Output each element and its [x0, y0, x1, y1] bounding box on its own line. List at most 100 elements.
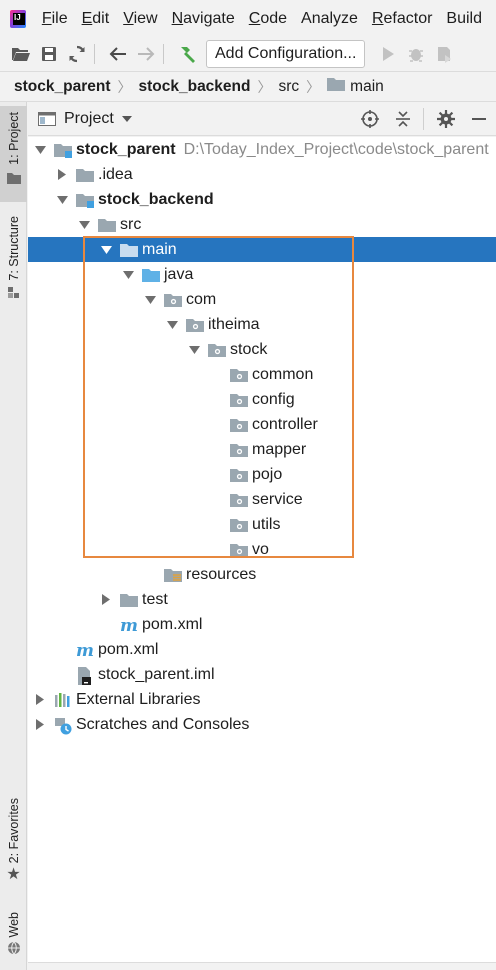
tree-node-label: test	[142, 590, 168, 608]
package-icon	[230, 392, 248, 408]
tree-node-label: .idea	[98, 165, 133, 183]
project-tool-tab[interactable]: 1: Project	[0, 106, 27, 202]
tree-node-stock-parent-iml[interactable]: stock_parent.iml	[28, 662, 496, 687]
menu-edit[interactable]: Edit	[82, 10, 110, 28]
tree-node-stock-backend[interactable]: stock_backend	[28, 187, 496, 212]
tree-node-stock-parent[interactable]: stock_parent D:\Today_Index_Project\code\…	[28, 137, 496, 162]
open-folder-icon[interactable]	[10, 43, 32, 65]
menu-analyze[interactable]: Analyze	[301, 10, 358, 28]
favorites-tool-tab[interactable]: 2: Favorites ★	[0, 796, 27, 892]
expand-arrow-icon[interactable]	[78, 219, 90, 231]
tree-node-vo[interactable]: vo	[28, 537, 496, 562]
tree-node-label: service	[252, 490, 303, 508]
save-icon[interactable]	[38, 43, 60, 65]
tree-node-stock[interactable]: stock	[28, 337, 496, 362]
star-icon: ★	[6, 866, 21, 884]
project-tree: stock_parent D:\Today_Index_Project\code\…	[28, 137, 496, 970]
expand-arrow-icon[interactable]	[122, 269, 134, 281]
locate-crosshair-icon[interactable]	[359, 108, 381, 130]
forward-arrow-icon[interactable]	[135, 43, 157, 65]
tree-node-config[interactable]: config	[28, 387, 496, 412]
tree-node-com[interactable]: com	[28, 287, 496, 312]
expand-arrow-icon[interactable]	[100, 244, 112, 256]
tree-node-pojo[interactable]: pojo	[28, 462, 496, 487]
collapse-all-icon[interactable]	[392, 108, 414, 130]
tree-node-label: pojo	[252, 465, 283, 483]
package-icon	[230, 417, 248, 433]
collapse-arrow-icon[interactable]	[100, 594, 112, 606]
chevron-down-icon[interactable]	[121, 115, 132, 122]
add-configuration-button[interactable]: Add Configuration...	[206, 40, 366, 68]
menu-refactor[interactable]: Refactor	[372, 10, 432, 28]
expand-arrow-icon[interactable]	[144, 294, 156, 306]
toolbar-separator	[94, 44, 95, 64]
tree-node-common[interactable]: common	[28, 362, 496, 387]
tree-node-src[interactable]: src	[28, 212, 496, 237]
folder-icon	[327, 77, 346, 96]
tree-node-label: External Libraries	[76, 690, 201, 708]
tree-node-label: main	[142, 240, 177, 258]
tree-node-resources[interactable]: resources	[28, 562, 496, 587]
breadcrumb-main[interactable]: main	[350, 78, 384, 96]
package-icon	[230, 367, 248, 383]
panel-actions	[348, 108, 490, 130]
project-view-icon	[38, 111, 56, 126]
tree-node-label: mapper	[252, 440, 307, 458]
web-tool-tab[interactable]: Web	[0, 910, 27, 966]
menu-navigate[interactable]: Navigate	[172, 10, 235, 28]
folder-icon	[6, 171, 21, 189]
collapse-arrow-icon[interactable]	[34, 719, 46, 731]
package-icon	[186, 317, 204, 333]
expand-arrow-icon[interactable]	[166, 319, 178, 331]
project-panel-header: Project	[28, 102, 496, 136]
breadcrumb-stock-backend[interactable]: stock_backend	[138, 78, 250, 96]
back-arrow-icon[interactable]	[107, 43, 129, 65]
breadcrumb-src[interactable]: src	[278, 78, 299, 96]
tree-node-external-libraries[interactable]: External Libraries	[28, 687, 496, 712]
package-icon	[208, 342, 226, 358]
horizontal-scrollbar[interactable]	[28, 962, 496, 970]
tree-node-main[interactable]: main	[28, 237, 496, 262]
menu-code[interactable]: Code	[249, 10, 287, 28]
tree-node-scratches-and-consoles[interactable]: Scratches and Consoles	[28, 712, 496, 737]
tree-node-itheima[interactable]: itheima	[28, 312, 496, 337]
collapse-arrow-icon[interactable]	[34, 694, 46, 706]
sync-icon[interactable]	[66, 43, 88, 65]
tree-node-utils[interactable]: utils	[28, 512, 496, 537]
menu-view[interactable]: View	[123, 10, 157, 28]
tree-node-mapper[interactable]: mapper	[28, 437, 496, 462]
tree-node-idea[interactable]: .idea	[28, 162, 496, 187]
collapse-arrow-icon[interactable]	[56, 169, 68, 181]
tree-node-label: config	[252, 390, 295, 408]
menu-file[interactable]: File	[42, 10, 68, 28]
menu-build[interactable]: Build	[446, 10, 482, 28]
structure-tool-tab[interactable]: 7: Structure	[0, 210, 27, 314]
expand-arrow-icon[interactable]	[56, 194, 68, 206]
module-folder-icon	[54, 142, 72, 158]
tree-node-controller[interactable]: controller	[28, 412, 496, 437]
tree-node-pom-xml[interactable]: m pom.xml	[28, 612, 496, 637]
expand-arrow-icon[interactable]	[188, 344, 200, 356]
coverage-icon[interactable]	[433, 43, 455, 65]
tree-node-label: pom.xml	[98, 640, 159, 658]
tree-node-test[interactable]: test	[28, 587, 496, 612]
build-hammer-icon[interactable]	[176, 43, 198, 65]
run-icon[interactable]	[377, 43, 399, 65]
minimize-icon[interactable]	[468, 108, 490, 130]
tree-node-pom-xml[interactable]: m pom.xml	[28, 637, 496, 662]
tree-node-service[interactable]: service	[28, 487, 496, 512]
expand-arrow-icon[interactable]	[34, 144, 46, 156]
panel-title[interactable]: Project	[64, 110, 114, 128]
tree-node-java[interactable]: java	[28, 262, 496, 287]
debug-icon[interactable]	[405, 43, 427, 65]
breadcrumb-stock-parent[interactable]: stock_parent	[14, 78, 110, 96]
gear-icon[interactable]	[435, 108, 457, 130]
